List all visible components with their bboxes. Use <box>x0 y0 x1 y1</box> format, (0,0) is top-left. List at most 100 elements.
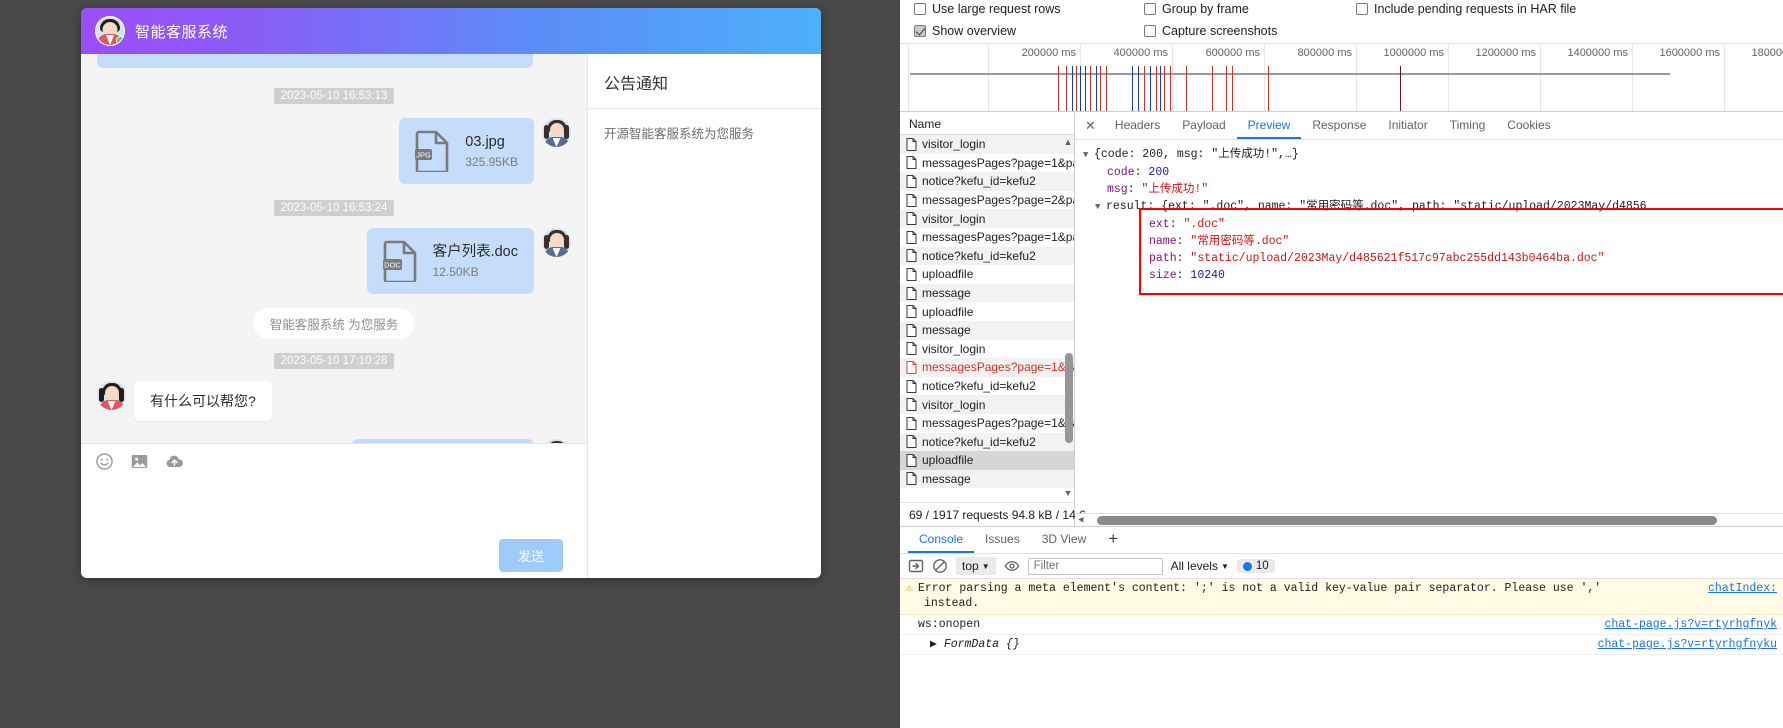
request-row[interactable]: visitor_login <box>900 395 1074 414</box>
network-overview-timeline[interactable]: 200000 ms 400000 ms 600000 ms 800000 ms … <box>900 44 1783 112</box>
console-log-entry[interactable]: ws:onopen chat-page.js?v=rtyrhgfnyk <box>900 615 1783 635</box>
close-icon[interactable]: ✕ <box>1081 113 1104 139</box>
checkbox-icon[interactable] <box>1356 3 1368 15</box>
console-log-entry[interactable]: ▶ FormData {} chat-page.js?v=rtyrhgfnyku <box>900 635 1783 655</box>
request-name: uploadfile <box>922 267 974 282</box>
json-row-result[interactable]: ▼ result: {ext: ".doc", name: "常用密码等.doc"… <box>1075 198 1783 216</box>
tab-initiator[interactable]: Initiator <box>1377 113 1438 139</box>
request-row[interactable]: messagesPages?page=1&pa <box>900 414 1074 433</box>
doc-file-icon: DOC <box>382 240 416 282</box>
json-value: 200 <box>1148 166 1170 179</box>
request-row[interactable]: messagesPages?page=1&pa <box>900 154 1074 173</box>
request-name: message <box>922 471 971 486</box>
emoji-icon[interactable] <box>95 452 114 471</box>
request-row[interactable]: notice?kefu_id=kefu2 <box>900 432 1074 452</box>
setting-capture-screenshots[interactable]: Capture screenshots <box>1144 24 1277 38</box>
tab-timing[interactable]: Timing <box>1439 113 1497 139</box>
collapse-triangle-icon[interactable]: ▼ <box>1095 199 1106 216</box>
request-row[interactable]: notice?kefu_id=kefu2 <box>900 246 1074 266</box>
file-message-bubble[interactable]: DOC 客户列表.doc 12.50KB <box>366 228 534 294</box>
preview-horizontal-scrollbar[interactable]: ◀ <box>1075 513 1783 526</box>
tab-issues[interactable]: Issues <box>974 527 1031 553</box>
file-message-bubble[interactable]: JPG 03.jpg 325.95KB <box>399 118 534 184</box>
checkbox-icon[interactable] <box>1144 3 1156 15</box>
setting-show-overview[interactable]: Show overview <box>914 24 1016 38</box>
clear-console-icon[interactable] <box>932 558 948 574</box>
scroll-down-arrow[interactable]: ▼ <box>1063 488 1073 498</box>
send-button[interactable]: 发送 <box>498 538 563 572</box>
json-row-name: name: "常用密码等.doc" <box>1149 235 1290 248</box>
checkbox-icon[interactable] <box>1144 25 1156 37</box>
request-row[interactable]: messagesPages?page=2&pa <box>900 191 1074 210</box>
console-source-link[interactable]: chat-page.js?v=rtyrhgfnyku <box>1598 637 1777 652</box>
tab-response[interactable]: Response <box>1301 113 1377 139</box>
request-row[interactable]: messagesPages?page=1&pa <box>900 228 1074 247</box>
add-tab-button[interactable]: + <box>1097 527 1129 553</box>
preview-json-viewer[interactable]: ▼ {code: 200, msg: "上传成功!",…} code: 200 m… <box>1075 140 1783 526</box>
network-settings-bar: Use large request rows Group by frame In… <box>900 0 1783 44</box>
request-row[interactable]: uploadfile <box>900 302 1074 321</box>
console-warning-entry[interactable]: ⚠ Error parsing a meta element's content:… <box>900 579 1783 615</box>
tab-cookies[interactable]: Cookies <box>1496 113 1561 139</box>
sidebar-toggle-icon[interactable] <box>908 558 924 574</box>
log-level-selector[interactable]: All levels ▼ <box>1171 559 1229 573</box>
console-source-link[interactable]: chat-page.js?v=rtyrhgfnyk <box>1604 617 1777 632</box>
send-row: 发送 <box>81 532 587 578</box>
setting-use-large-request-rows[interactable]: Use large request rows <box>914 2 1061 16</box>
scroll-left-arrow[interactable]: ◀ <box>1075 512 1083 527</box>
request-detail-pane: ✕ Headers Payload Preview Response Initi… <box>1075 113 1783 526</box>
checkbox-icon[interactable] <box>914 3 926 15</box>
request-row[interactable]: message <box>900 469 1074 489</box>
request-list-scrollbar[interactable] <box>1065 353 1073 443</box>
console-log-list[interactable]: ⚠ Error parsing a meta element's content:… <box>900 579 1783 655</box>
request-row[interactable]: notice?kefu_id=kefu2 <box>900 172 1074 191</box>
request-list-header[interactable]: Name <box>900 113 1074 135</box>
request-rows[interactable]: visitor_login messagesPages?page=1&pa noti… <box>900 135 1074 502</box>
setting-group-by-frame[interactable]: Group by frame <box>1144 2 1249 16</box>
json-root-row[interactable]: ▼ {code: 200, msg: "上传成功!",…} <box>1075 146 1783 164</box>
request-row[interactable]: visitor_login <box>900 209 1074 228</box>
file-message-bubble[interactable]: DOC 常用密码等.doc 10.00KB <box>352 439 534 443</box>
request-row[interactable]: message <box>900 283 1074 303</box>
request-row[interactable]: visitor_login <box>900 135 1074 154</box>
scroll-up-arrow[interactable]: ▲ <box>1063 137 1073 147</box>
json-key: msg <box>1107 183 1128 196</box>
request-row[interactable]: visitor_login <box>900 340 1074 359</box>
warning-icon: ⚠ <box>906 582 913 595</box>
collapse-triangle-icon[interactable]: ▼ <box>1083 147 1094 164</box>
ruler-tick-label: 400000 ms <box>1113 47 1168 59</box>
request-name: notice?kefu_id=kefu2 <box>922 379 1036 394</box>
request-row[interactable]: messagesPages?page=1&pa <box>900 358 1074 377</box>
json-value: ".doc" <box>1183 218 1225 231</box>
message-count-badge[interactable]: 10 <box>1236 559 1275 573</box>
image-icon[interactable] <box>130 452 149 471</box>
message-row: JPG 03.jpg 325.95KB <box>97 118 571 184</box>
request-row[interactable]: notice?kefu_id=kefu2 <box>900 377 1074 396</box>
text-message-bubble: 有什么可以帮您? <box>134 381 272 421</box>
json-key: path <box>1149 252 1177 265</box>
request-row[interactable]: uploadfile <box>900 265 1074 284</box>
request-row[interactable]: message <box>900 320 1074 340</box>
tab-console[interactable]: Console <box>908 527 975 553</box>
tab-headers[interactable]: Headers <box>1104 113 1171 139</box>
online-dot-icon <box>116 36 124 45</box>
tab-preview[interactable]: Preview <box>1236 113 1302 139</box>
upload-cloud-icon[interactable] <box>165 452 184 471</box>
execution-context-selector[interactable]: top ▼ <box>956 557 996 575</box>
message-list[interactable]: 2023-05-10 16:53:13 JPG 03.jpg 325.95KB … <box>81 54 587 443</box>
tab-3d-view[interactable]: 3D View <box>1031 527 1097 553</box>
request-summary-status: 69 / 1917 requests 94.8 kB / 14.6 <box>900 502 1086 526</box>
request-row[interactable]: uploadfile <box>900 451 1074 470</box>
checkbox-icon[interactable] <box>914 25 926 37</box>
ruler-tick-label: 200000 ms <box>1021 47 1076 59</box>
tab-payload[interactable]: Payload <box>1171 113 1236 139</box>
console-source-link[interactable]: chatIndex: <box>1708 581 1777 596</box>
eye-icon[interactable] <box>1004 558 1020 574</box>
setting-include-pending-requests[interactable]: Include pending requests in HAR file <box>1356 2 1576 16</box>
scrollbar-thumb[interactable] <box>1097 515 1718 525</box>
message-row: 有什么可以帮您? <box>97 381 571 421</box>
console-filter-input[interactable] <box>1027 557 1163 575</box>
devtools-panel: Use large request rows Group by frame In… <box>900 0 1783 728</box>
message-input[interactable] <box>81 478 587 532</box>
json-row-msg: msg: "上传成功!" <box>1107 183 1209 196</box>
